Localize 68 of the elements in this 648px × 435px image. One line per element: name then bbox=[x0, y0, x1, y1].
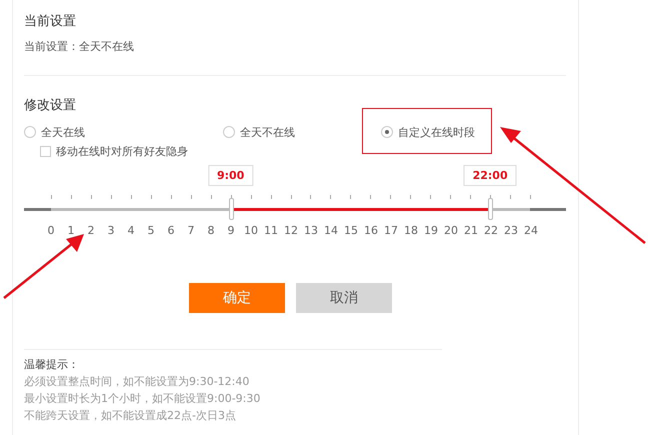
tick-mark bbox=[70, 195, 72, 199]
hour-label: 23 bbox=[503, 224, 519, 237]
hour-label: 2 bbox=[86, 224, 96, 237]
hour-label: 10 bbox=[243, 224, 259, 237]
tick-mark bbox=[210, 195, 212, 199]
tick-mark bbox=[130, 195, 132, 199]
hour-label: 21 bbox=[463, 224, 479, 237]
tick-mark bbox=[290, 195, 292, 199]
cancel-button[interactable]: 取消 bbox=[296, 283, 392, 313]
tick-mark bbox=[430, 195, 432, 199]
tip-text: 最小设置时长为1个小时，如不能设置9:00-9:30 bbox=[24, 391, 262, 407]
hour-label: 16 bbox=[363, 224, 379, 237]
tick-mark bbox=[350, 195, 352, 199]
tick-mark bbox=[270, 195, 272, 199]
tick-mark bbox=[110, 195, 112, 199]
hour-label: 11 bbox=[263, 224, 279, 237]
hour-label: 7 bbox=[186, 224, 196, 237]
tip-text: 必须设置整点时间，如不能设置为9:30-12:40 bbox=[24, 374, 250, 390]
checkbox-label[interactable]: 移动在线时对所有好友隐身 bbox=[56, 144, 188, 158]
hour-label: 22 bbox=[483, 224, 499, 237]
hour-label: 13 bbox=[303, 224, 319, 237]
radio-button[interactable] bbox=[223, 126, 235, 138]
hour-label: 1 bbox=[66, 224, 76, 237]
current-setting-text: 当前设置：全天不在线 bbox=[24, 39, 135, 55]
tick-mark bbox=[450, 195, 452, 199]
slider-handle[interactable] bbox=[488, 198, 494, 220]
hour-label: 8 bbox=[206, 224, 216, 237]
hour-label: 4 bbox=[126, 224, 136, 237]
tick-mark bbox=[90, 195, 92, 199]
tick-mark bbox=[390, 195, 392, 199]
option-label[interactable]: 全天在线 bbox=[41, 124, 85, 140]
hour-label: 24 bbox=[523, 224, 539, 237]
hour-label: 20 bbox=[443, 224, 459, 237]
section-title: 修改设置 bbox=[24, 97, 77, 115]
tick-mark bbox=[150, 195, 152, 199]
hour-label: 0 bbox=[46, 224, 56, 237]
section-title: 当前设置 bbox=[24, 13, 77, 31]
hour-label: 9 bbox=[226, 224, 236, 237]
tick-mark bbox=[330, 195, 332, 199]
tick-mark bbox=[370, 195, 372, 199]
checkbox[interactable] bbox=[40, 146, 51, 156]
hour-label: 18 bbox=[403, 224, 419, 237]
option-label[interactable]: 全天不在线 bbox=[240, 124, 295, 140]
option-label[interactable]: 自定义在线时段 bbox=[398, 124, 475, 140]
time-label: 9:00 bbox=[208, 165, 254, 186]
radio-button[interactable] bbox=[24, 126, 36, 138]
hour-label: 17 bbox=[383, 224, 399, 237]
tips-title: 温馨提示： bbox=[24, 357, 80, 372]
radio-button[interactable] bbox=[381, 126, 393, 138]
tick-mark bbox=[250, 195, 252, 199]
tip-text: 不能跨天设置，如不能设置成22点-次日3点 bbox=[24, 408, 237, 424]
tick-mark bbox=[470, 195, 472, 199]
hour-label: 6 bbox=[166, 224, 176, 237]
tick-mark bbox=[190, 195, 192, 199]
slider-handle[interactable] bbox=[228, 198, 234, 220]
tick-mark bbox=[530, 195, 531, 199]
hour-label: 5 bbox=[146, 224, 156, 237]
tick-mark bbox=[310, 195, 312, 199]
tick-mark bbox=[170, 195, 172, 199]
tick-mark bbox=[51, 195, 52, 199]
tick-mark bbox=[410, 195, 412, 199]
time-label: 22:00 bbox=[464, 165, 517, 186]
hour-label: 3 bbox=[106, 224, 116, 237]
hour-label: 12 bbox=[283, 224, 299, 237]
hour-label: 19 bbox=[423, 224, 439, 237]
hour-label: 15 bbox=[343, 224, 359, 237]
tick-mark bbox=[510, 195, 512, 199]
hour-label: 14 bbox=[323, 224, 339, 237]
